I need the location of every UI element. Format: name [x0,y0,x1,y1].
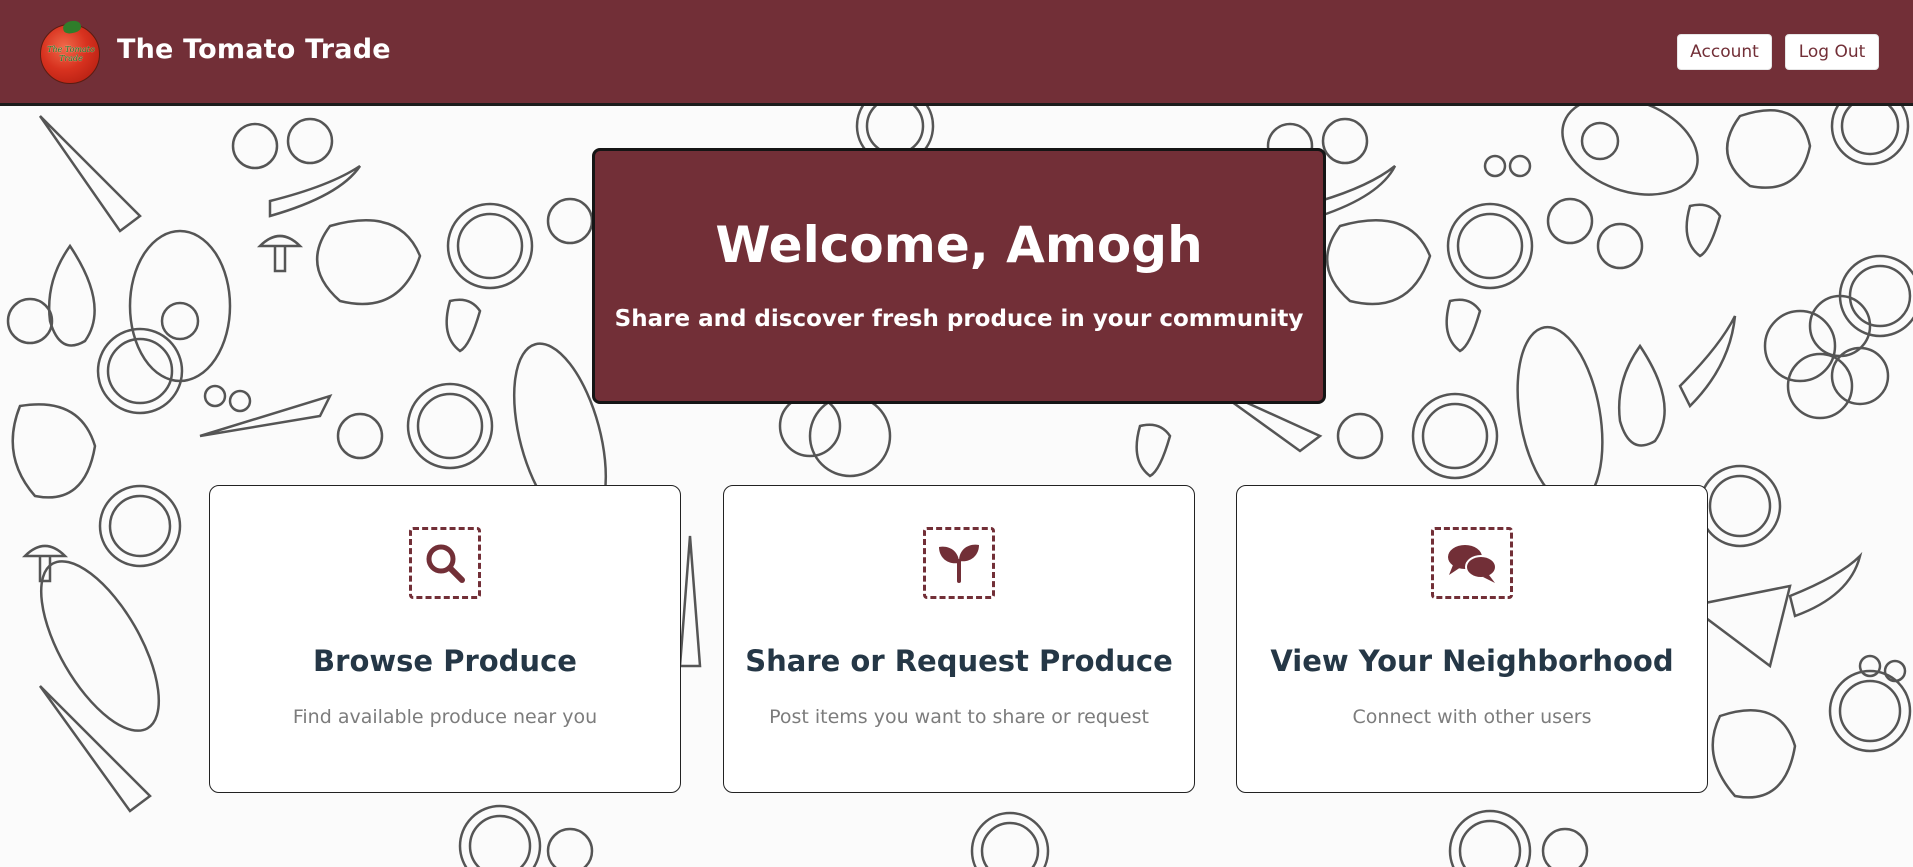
card-title: View Your Neighborhood [1270,644,1674,678]
share-request-produce-card[interactable]: Share or Request Produce Post items you … [723,485,1195,793]
welcome-title: Welcome, Amogh [715,216,1203,274]
account-button[interactable]: Account [1677,34,1772,70]
chat-bubbles-icon [1431,527,1513,599]
welcome-subtitle: Share and discover fresh produce in your… [614,306,1304,332]
logout-button[interactable]: Log Out [1785,34,1879,70]
app-title[interactable]: The Tomato Trade [117,34,391,65]
card-title: Browse Produce [313,644,577,678]
top-nav-bar: The Tomato Trade The Tomato Trade Accoun… [0,0,1913,106]
card-description: Post items you want to share or request [769,706,1149,728]
view-neighborhood-card[interactable]: View Your Neighborhood Connect with othe… [1236,485,1708,793]
card-description: Find available produce near you [292,706,598,728]
search-icon [409,527,481,599]
welcome-banner: Welcome, Amogh Share and discover fresh … [592,148,1326,404]
card-description: Connect with other users [1352,706,1592,728]
tomato-logo-icon[interactable]: The Tomato Trade [40,19,100,84]
sprout-icon [923,527,995,599]
browse-produce-card[interactable]: Browse Produce Find available produce ne… [209,485,681,793]
logo-text: The Tomato Trade [47,45,95,63]
card-title: Share or Request Produce [745,644,1173,678]
logo-leaf [61,19,83,35]
